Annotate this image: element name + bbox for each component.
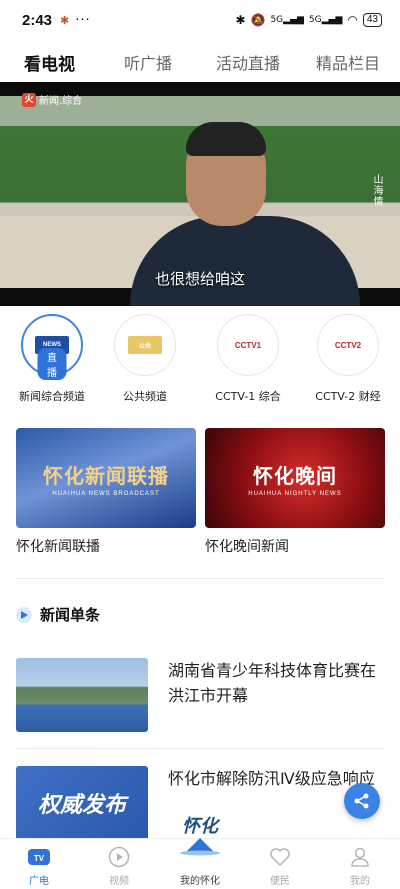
program-thumbnail: 怀化晚间 HUAIHUA NIGHTLY NEWS (205, 428, 385, 528)
video-subtitle: 也很想给咱这 (154, 270, 245, 288)
bluetooth-icon: ✱ (235, 13, 246, 27)
nav-convenience[interactable]: 便民 (250, 845, 310, 887)
nav-profile[interactable]: 我的 (330, 845, 390, 887)
tab-live-events[interactable]: 活动直播 (216, 50, 280, 74)
channel-cctv2[interactable]: CCTV2 CCTV-2 财经 (303, 314, 393, 404)
mute-icon: 🔕 (250, 13, 266, 27)
divider (16, 748, 384, 749)
channel-public[interactable]: 公共 公共频道 (100, 314, 190, 404)
notification-icon: ✱ (60, 13, 70, 27)
more-notifications-icon: ··· (75, 12, 91, 28)
channel-cctv1[interactable]: CCTV1 CCTV-1 综合 (203, 314, 293, 404)
section-header-news: 新闻单条 (16, 604, 100, 625)
channel-logo: 公共 (128, 336, 162, 354)
top-tabs: 看电视 听广播 活动直播 精品栏目 (0, 44, 400, 80)
channel-name: CCTV-1 综合 (215, 390, 281, 403)
status-bar: 2:43 ✱ ··· ✱ 🔕 5G▂▄▆ 5G▂▄▆ ◠ 43 (0, 0, 400, 40)
heart-hands-icon (267, 845, 293, 869)
tab-watch-tv[interactable]: 看电视 (24, 50, 75, 75)
program-title: 怀化新闻联播 (16, 539, 100, 555)
svg-text:TV: TV (34, 854, 45, 863)
channel-name: 新闻综合频道 (19, 390, 85, 403)
person-icon (347, 845, 373, 869)
program-card-news-broadcast[interactable]: 怀化新闻联播 HUAIHUA NEWS BROADCAST 怀化新闻联播 (16, 428, 196, 556)
video-player[interactable]: 火 新闻.综合 山海情 也很想给咱这 (0, 82, 400, 306)
program-card-nightly-news[interactable]: 怀化晚间 HUAIHUA NIGHTLY NEWS 怀化晚间新闻 (205, 428, 385, 556)
channel-news-general[interactable]: NEWS 直播 新闻综合频道 (7, 314, 97, 404)
news-list-item[interactable]: 湖南省青少年科技体育比赛在洪江市开幕 (16, 658, 386, 734)
nav-broadcast[interactable]: TV 广电 (9, 845, 69, 887)
signal-icon-2: 5G▂▄▆ (308, 15, 343, 25)
nav-video[interactable]: 视频 (89, 845, 149, 887)
section-title: 新闻单条 (40, 606, 101, 624)
program-title: 怀化晚间新闻 (205, 539, 289, 555)
play-circle-icon (106, 845, 132, 869)
status-icons: ✱ 🔕 5G▂▄▆ 5G▂▄▆ ◠ 43 (235, 13, 382, 27)
tab-featured[interactable]: 精品栏目 (316, 50, 380, 74)
channel-name: 公共频道 (123, 390, 167, 403)
divider (16, 578, 384, 579)
tv-icon: TV (26, 845, 52, 869)
program-side-title: 山海情 (371, 174, 382, 207)
channel-list: NEWS 直播 新闻综合频道 公共 公共频道 CCTV1 CCTV-1 综合 C… (0, 314, 400, 406)
signal-icon: 5G▂▄▆ (270, 15, 304, 25)
news-headline: 湖南省青少年科技体育比赛在洪江市开幕 (168, 661, 377, 705)
tab-radio[interactable]: 听广播 (124, 50, 172, 74)
section-play-icon (16, 606, 32, 623)
news-thumbnail: 权威发布 (16, 766, 148, 840)
live-badge: 直播 (37, 348, 67, 380)
channel-name: CCTV-2 财经 (315, 390, 381, 403)
huaihua-logo-icon (180, 838, 220, 856)
share-button[interactable] (344, 783, 380, 819)
huaihua-logo[interactable]: 怀化 (168, 812, 232, 862)
channel-logo-icon: 火 (22, 92, 36, 107)
video-frame (0, 96, 400, 306)
news-thumbnail (16, 658, 148, 732)
channel-logo: CCTV2 (331, 336, 365, 354)
status-time: 2:43 (22, 11, 53, 29)
battery-icon: 43 (362, 13, 382, 27)
wifi-icon: ◠ (347, 13, 358, 27)
channel-logo: CCTV1 (231, 336, 265, 354)
channel-watermark: 火 新闻.综合 (22, 92, 82, 107)
share-icon (354, 793, 369, 809)
program-thumbnail: 怀化新闻联播 HUAIHUA NEWS BROADCAST (16, 428, 196, 528)
